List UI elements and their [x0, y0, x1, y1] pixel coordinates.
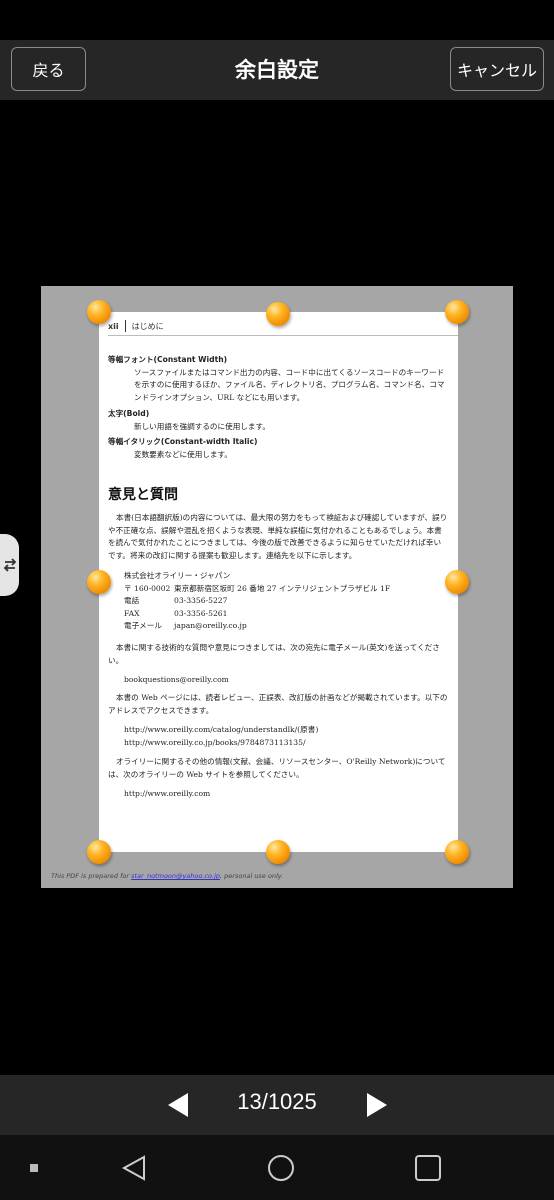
- back-triangle-icon[interactable]: [120, 1154, 148, 1182]
- margin-handle-bottom-right[interactable]: [445, 840, 469, 864]
- system-navigation-bar: [0, 1135, 554, 1200]
- status-bar: [0, 0, 554, 40]
- next-page-icon[interactable]: [367, 1093, 387, 1117]
- cancel-button[interactable]: キャンセル: [450, 47, 544, 91]
- home-circle-icon[interactable]: [266, 1153, 296, 1183]
- url-original: http://www.oreilly.com/catalog/understan…: [124, 725, 319, 734]
- entry-italic: 等幅イタリック(Constant-width Italic) 変数要素などに使用…: [108, 437, 258, 459]
- menu-dot-icon[interactable]: [29, 1163, 39, 1173]
- paragraph-questions: 本書に関する技術的な質問や意見につきましては、次の宛先に電子メール(英文)を送っ…: [108, 643, 440, 665]
- page-navigation-bar: 13/1025: [0, 1075, 554, 1135]
- top-toolbar: 戻る 余白設定 キャンセル: [0, 40, 554, 100]
- recents-square-icon[interactable]: [414, 1154, 442, 1182]
- margin-handle-middle-right[interactable]: [445, 570, 469, 594]
- page-number: xii: [108, 321, 119, 331]
- url-oreilly: http://www.oreilly.com: [124, 789, 211, 798]
- running-head: xii はじめに: [108, 320, 164, 332]
- pdf-watermark-note: This PDF is prepared for star_notmoon@ya…: [51, 872, 284, 880]
- entry-constant-width: 等幅フォント(Constant Width) ソースファイルまたはコマンド出力の…: [108, 355, 445, 402]
- previous-page-icon[interactable]: [168, 1093, 188, 1117]
- paragraph-other-info: オライリーに関するその他の情報(文献、会議、リソースセンター、O'Reilly …: [108, 757, 446, 779]
- page-counter: 13/1025: [237, 1089, 317, 1114]
- section-title: 意見と質問: [108, 487, 178, 503]
- swap-arrows-icon: [3, 558, 16, 572]
- margin-handle-top-left[interactable]: [87, 300, 111, 324]
- page-preview: xii はじめに 等幅フォント(Constant Width) ソースファイルま…: [41, 286, 513, 888]
- question-email: bookquestions@oreilly.com: [124, 675, 229, 684]
- margin-handle-top-center[interactable]: [266, 302, 290, 326]
- paragraph-intro: 本書(日本語翻訳版)の内容については、最大限の努力をもって検証および確認していま…: [108, 513, 448, 560]
- margin-handle-bottom-center[interactable]: [266, 840, 290, 864]
- margin-handle-top-right[interactable]: [445, 300, 469, 324]
- paragraph-web: 本書の Web ページには、読者レビュー、正誤表、改訂版の計画などが掲載されてい…: [108, 693, 448, 715]
- back-button[interactable]: 戻る: [11, 47, 86, 91]
- address-block: 株式会社オライリー・ジャパン 〒 160-0002 東京都新宿区坂町 26 番地 …: [124, 571, 391, 630]
- chapter-name: はじめに: [131, 321, 164, 331]
- side-drawer-tab[interactable]: [0, 534, 19, 596]
- margin-handle-bottom-left[interactable]: [87, 840, 111, 864]
- margin-handle-middle-left[interactable]: [87, 570, 111, 594]
- entry-bold: 太字(Bold) 新しい用語を強調するのに使用します。: [108, 409, 270, 431]
- url-japan: http://www.oreilly.co.jp/books/978487311…: [124, 738, 306, 747]
- header-rule: [108, 335, 458, 336]
- page-content-area: xii はじめに 等幅フォント(Constant Width) ソースファイルま…: [99, 312, 458, 852]
